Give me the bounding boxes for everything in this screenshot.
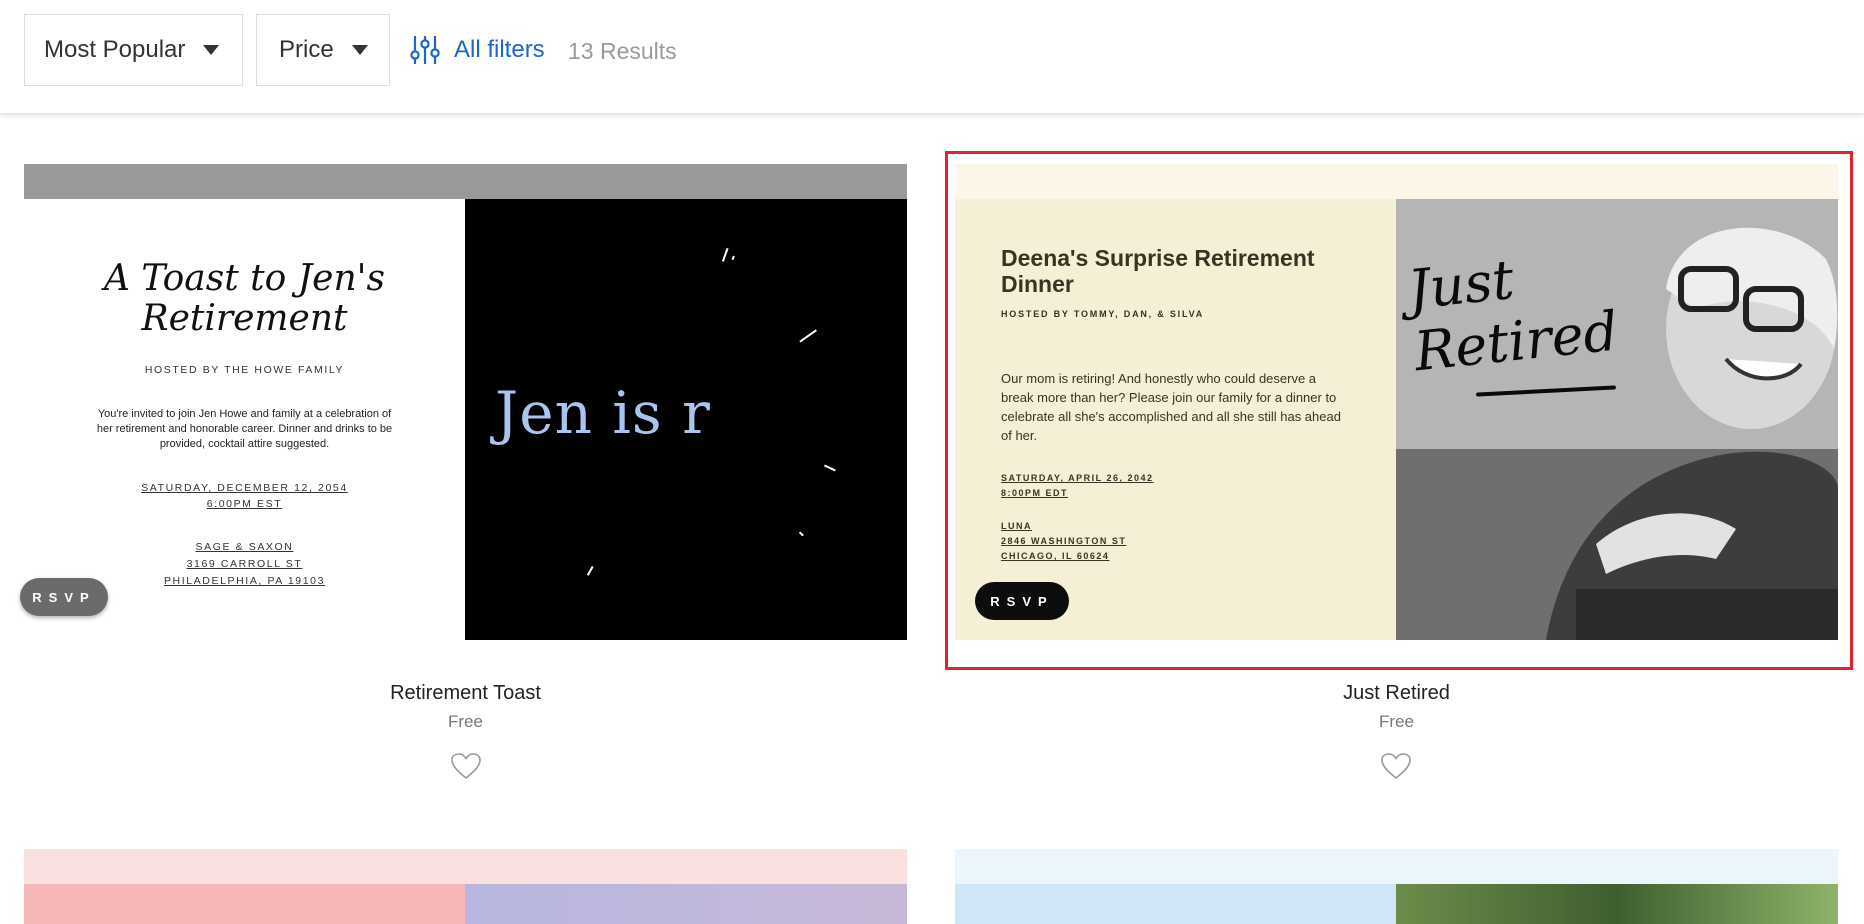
invite-date: SATURDAY, APRIL 26, 2042: [1001, 473, 1154, 483]
thumbnail-top-band: [955, 849, 1838, 884]
thumbnail-right-panel: [465, 884, 907, 924]
photo-preview: Just Retired: [1396, 199, 1838, 640]
sort-dropdown[interactable]: Most Popular: [24, 14, 243, 86]
invite-title-line2: Retirement: [141, 298, 348, 339]
invite-preview: Deena's Surprise Retirement Dinner HOSTE…: [955, 199, 1396, 640]
invite-hosted-by: HOSTED BY THE HOWE FAMILY: [144, 364, 345, 376]
sort-dropdown-label: Most Popular: [44, 36, 186, 63]
invite-date: SATURDAY, DECEMBER 12, 2054: [141, 482, 348, 494]
invite-address: 2846 WASHINGTON ST: [1001, 536, 1127, 546]
invite-address: 3169 CARROLL ST: [186, 558, 303, 570]
results-count: 13 Results: [568, 38, 677, 64]
invite-title: Deena's Surprise Retirement Dinner: [1001, 245, 1315, 297]
card-thumbnail[interactable]: Deena's Surprise Retirement Dinner HOSTE…: [955, 164, 1838, 640]
sparkle-streak: [721, 247, 729, 262]
rsvp-button[interactable]: RSVP: [20, 578, 108, 616]
thumbnail-left-panel: [955, 884, 1396, 924]
invite-title-line1: A Toast to Jen's: [103, 258, 386, 299]
card-thumbnail[interactable]: A Toast to Jen's Retirement HOSTED BY TH…: [24, 164, 907, 640]
heart-outline-icon[interactable]: [450, 752, 482, 780]
thumbnail-top-band: [24, 849, 907, 884]
rsvp-button[interactable]: RSVP: [975, 582, 1069, 620]
photo-overlay-text: Just Retired: [1405, 239, 1621, 383]
invite-venue: LUNA: [1001, 521, 1032, 531]
invite-time: 6:00PM EST: [206, 498, 283, 510]
price-dropdown[interactable]: Price: [256, 14, 390, 86]
sparkle-streak: [731, 255, 735, 260]
animated-preview: Jen is r: [465, 199, 907, 640]
card-title[interactable]: Just Retired: [955, 682, 1838, 705]
caret-down-icon: [351, 45, 368, 55]
invite-city: CHICAGO, IL 60624: [1001, 551, 1110, 561]
all-filters-label: All filters: [454, 36, 545, 63]
animated-headline: Jen is r: [495, 379, 711, 447]
card-price: Free: [448, 712, 483, 731]
thumbnail-left-panel: [24, 884, 465, 924]
invite-body: Our mom is retiring! And honestly who co…: [1001, 371, 1341, 443]
sparkle-streak: [799, 329, 817, 343]
sparkle-streak: [586, 566, 594, 576]
price-dropdown-label: Price: [279, 36, 334, 63]
invite-body: You're invited to join Jen Howe and fami…: [96, 408, 393, 450]
invite-hosted-by: HOSTED BY TOMMY, DAN, & SILVA: [1001, 309, 1205, 319]
thumbnail-top-band: [955, 164, 1838, 199]
sliders-icon: [410, 36, 440, 64]
invite-preview: A Toast to Jen's Retirement HOSTED BY TH…: [24, 199, 465, 640]
invite-venue: SAGE & SAXON: [195, 541, 294, 553]
thumbnail-right-panel: [1396, 884, 1838, 924]
card-price: Free: [1379, 712, 1414, 731]
sparkle-streak: [799, 531, 804, 537]
filter-toolbar: Most Popular Price All filters 13 Result…: [0, 0, 1864, 114]
heart-outline-icon[interactable]: [1380, 752, 1412, 780]
all-filters-button[interactable]: All filters: [410, 28, 545, 72]
card-title[interactable]: Retirement Toast: [24, 682, 907, 705]
invite-time: 8:00PM EDT: [1001, 488, 1069, 498]
sparkle-streak: [824, 464, 836, 471]
caret-down-icon: [203, 45, 220, 55]
thumbnail-top-band: [24, 164, 907, 199]
